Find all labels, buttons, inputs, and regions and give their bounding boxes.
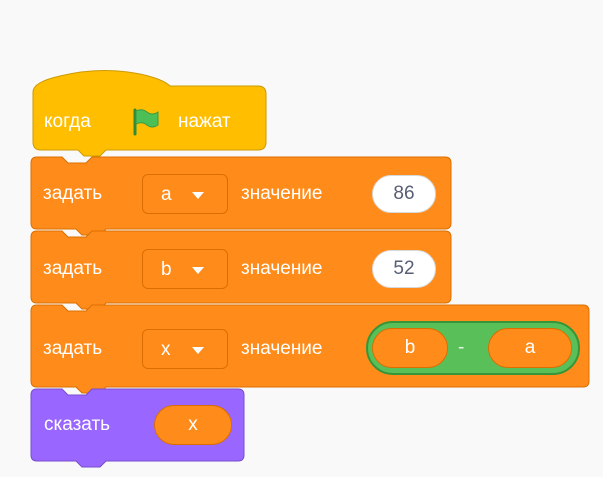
variable-dropdown[interactable]: a	[142, 174, 228, 214]
set-variable-block-b[interactable]: задать b значение 52	[30, 230, 455, 310]
variable-reporter-a[interactable]: a	[488, 328, 572, 368]
when-flag-clicked-block[interactable]: когда нажат	[30, 62, 270, 158]
variable-dropdown[interactable]: x	[142, 329, 228, 369]
value-input[interactable]: 86	[372, 175, 436, 213]
hat-prefix-label: когда	[44, 111, 91, 132]
variable-reporter-x[interactable]: x	[154, 405, 232, 445]
variable-name: a	[161, 184, 172, 205]
set-variable-block-x[interactable]: задать x значение b - a	[30, 304, 595, 394]
set-label: задать	[43, 338, 103, 359]
variable-reporter-b[interactable]: b	[372, 328, 448, 368]
say-block[interactable]: сказать x	[30, 388, 250, 472]
chevron-down-icon	[192, 267, 204, 274]
value-label: значение	[241, 183, 323, 204]
set-variable-block-a[interactable]: задать a значение 86	[30, 156, 455, 236]
code-workspace[interactable]: когда нажат задать a значение 86 задать …	[0, 0, 603, 477]
variable-name: x	[161, 339, 171, 360]
variable-name: b	[161, 259, 172, 280]
chevron-down-icon	[192, 192, 204, 199]
value-label: значение	[241, 338, 323, 359]
green-flag-icon	[130, 106, 160, 136]
variable-dropdown[interactable]: b	[142, 249, 228, 289]
set-label: задать	[43, 258, 103, 279]
hat-suffix-label: нажат	[178, 111, 231, 132]
say-label: сказать	[44, 414, 111, 435]
chevron-down-icon	[192, 347, 204, 354]
value-label: значение	[241, 258, 323, 279]
minus-operator-symbol: -	[458, 337, 465, 358]
value-input[interactable]: 52	[372, 250, 436, 288]
set-label: задать	[43, 183, 103, 204]
subtract-operator-block[interactable]: b - a	[366, 321, 580, 375]
